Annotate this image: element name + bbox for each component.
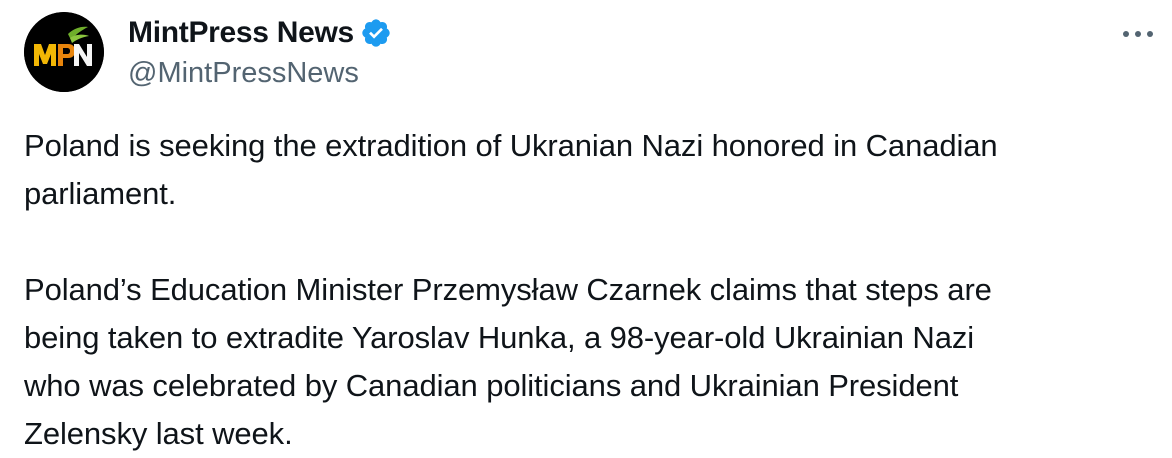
- more-options-button[interactable]: [1120, 20, 1156, 48]
- mintpress-logo-icon: [24, 12, 104, 92]
- name-row: MintPress News: [128, 14, 392, 52]
- tweet-header: MintPress News @MintPressNews: [128, 14, 392, 94]
- tweet-card: MintPress News @MintPressNews Poland is …: [0, 0, 1172, 456]
- more-options-icon: [1123, 31, 1153, 37]
- user-handle[interactable]: @MintPressNews: [128, 54, 392, 92]
- verified-badge-icon[interactable]: [360, 17, 392, 49]
- tweet-text: Poland is seeking the extradition of Ukr…: [24, 128, 998, 451]
- display-name[interactable]: MintPress News: [128, 14, 354, 52]
- avatar[interactable]: [24, 12, 104, 92]
